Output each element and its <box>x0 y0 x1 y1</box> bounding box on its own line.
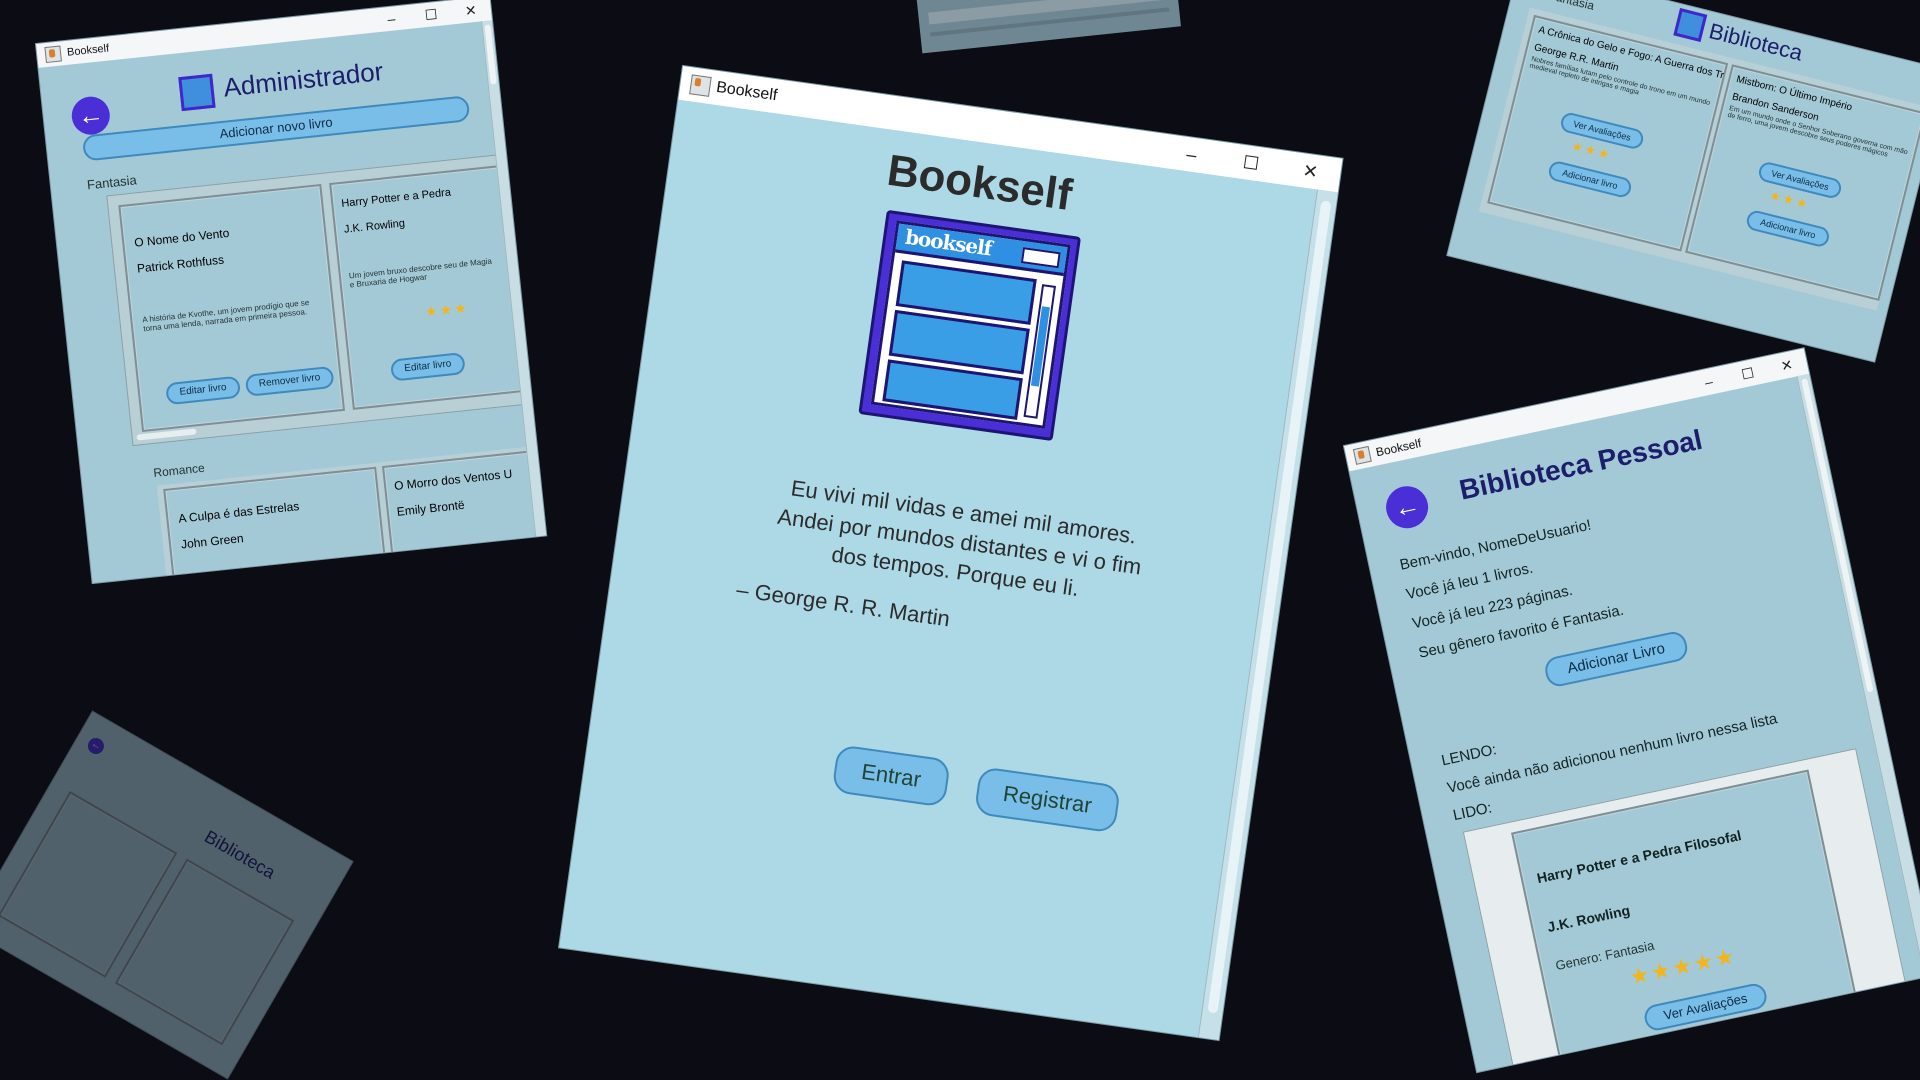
genre-label-fantasy: Fantasia <box>86 172 138 193</box>
window-title: Bookself <box>715 78 779 105</box>
welcome-text: Bem-vindo, NomeDeUsuario! <box>1398 516 1593 574</box>
book-card: A Crônica do Gelo e Fogo: A Guerra dos T… <box>1487 14 1729 252</box>
back-button: ← <box>84 735 107 757</box>
book-author: Emily Brontë <box>396 497 466 519</box>
book-title: O Morro dos Ventos U <box>393 466 513 493</box>
add-book-button[interactable]: Adicionar Livro <box>1542 629 1690 689</box>
read-book-list: Harry Potter e a Pedra Filosofal J.K. Ro… <box>1462 748 1911 1073</box>
book-author: J.K. Rowling <box>1545 901 1632 936</box>
window-title: Bookself <box>66 42 110 59</box>
book-title: Harry Potter e a Pedra <box>340 186 452 210</box>
book-title: Harry Potter e a Pedra Filosofal <box>1535 827 1743 887</box>
book-card: Mistborn: O Último Império Brandon Sande… <box>1685 64 1920 301</box>
read-heading: LIDO: <box>1451 799 1494 825</box>
register-button[interactable]: Registrar <box>973 766 1122 834</box>
window-title: Bookself <box>1374 436 1423 460</box>
minimize-button[interactable]: – <box>371 8 413 29</box>
add-book-button[interactable]: Adicionar livro <box>1546 159 1634 200</box>
view-reviews-button[interactable]: Ver Avaliações <box>1642 981 1769 1033</box>
java-app-icon <box>44 45 62 64</box>
bookself-logo: bookself <box>858 209 1082 442</box>
book-title: A Culpa é das Estrelas <box>177 499 300 526</box>
quote-author: – George R. R. Martin <box>734 576 952 632</box>
book-card: O Morro dos Ventos U Emily Brontë <box>382 447 547 570</box>
genre-label: Fantasia <box>1547 0 1596 13</box>
reading-heading: LENDO: <box>1439 741 1499 770</box>
add-book-button[interactable]: Adicionar livro <box>1744 208 1832 249</box>
remove-book-button[interactable]: Remover livro <box>244 365 335 397</box>
book-author: J.K. Rowling <box>343 217 406 236</box>
enter-button[interactable]: Entrar <box>831 744 952 808</box>
book-list: A Crônica do Gelo e Fogo: A Guerra dos T… <box>1478 7 1920 311</box>
java-app-icon <box>1352 445 1372 465</box>
rating-stars: ★★★ <box>424 299 470 320</box>
minimize-button[interactable]: – <box>1687 369 1730 394</box>
book-author: Patrick Rothfuss <box>136 252 225 276</box>
minimize-button[interactable]: – <box>1160 140 1222 169</box>
logo-inner: bookself <box>870 220 1071 429</box>
book-description: Um jovem bruxo descobre seu de Magia e B… <box>348 256 493 290</box>
close-button[interactable]: ✕ <box>1766 353 1809 378</box>
faded-window-top <box>915 0 1181 54</box>
edit-book-button[interactable]: Editar livro <box>165 375 242 406</box>
scrollbar-thumb[interactable] <box>484 24 497 85</box>
logo-window-buttons <box>1020 247 1061 269</box>
maximize-button[interactable]: ☐ <box>410 4 452 25</box>
book-card: A Culpa é das Estrelas John Green <box>163 466 387 584</box>
edit-book-button[interactable]: Editar livro <box>389 351 466 382</box>
book-card: Harry Potter e a Pedra Filosofal J.K. Ro… <box>1511 769 1862 1073</box>
back-arrow-icon[interactable]: ← <box>69 94 112 137</box>
genre-label-romance: Romance <box>152 460 206 481</box>
book-card: Harry Potter e a Pedra J.K. Rowling Um j… <box>329 164 527 410</box>
book-author: John Green <box>180 531 245 552</box>
library-window: Fantasia Biblioteca A Crônica do Gelo e … <box>1447 0 1920 362</box>
close-button[interactable]: ✕ <box>1279 157 1341 186</box>
logo-text: bookself <box>903 224 993 261</box>
login-window: Bookself – ☐ ✕ Bookself bookself Eu vivi… <box>559 66 1343 1041</box>
bookshelf-logo-icon <box>1673 8 1708 42</box>
maximize-button[interactable]: ☐ <box>1220 148 1282 177</box>
admin-window: Bookself – ☐ ✕ ← Administrador Adicionar… <box>36 0 547 584</box>
java-app-icon <box>689 74 712 97</box>
scrollbar-thumb[interactable] <box>1801 378 1874 693</box>
fantasy-book-list: O Nome do Vento Patrick Rothfuss A histó… <box>106 153 533 447</box>
personal-library-window: Bookself – ☐ ✕ ← Biblioteca Pessoal Bem-… <box>1344 348 1920 1073</box>
title-bar: Bookself – ☐ ✕ <box>36 0 493 68</box>
book-title: O Nome do Vento <box>133 225 230 250</box>
add-new-book-button[interactable]: Adicionar novo livro <box>81 95 471 162</box>
close-button[interactable]: ✕ <box>450 0 492 21</box>
admin-title: Administrador <box>222 55 385 103</box>
back-arrow-icon[interactable]: ← <box>1382 482 1433 533</box>
romance-book-list: A Culpa é das Estrelas John Green O Morr… <box>156 443 547 584</box>
book-description: A história de Kvothe, um jovem prodígio … <box>141 297 310 334</box>
bookshelf-logo-icon <box>178 73 216 112</box>
book-card: O Nome do Vento Patrick Rothfuss A histó… <box>118 183 346 433</box>
faded-window-bottom-left: ← Biblioteca <box>0 711 353 1079</box>
maximize-button[interactable]: ☐ <box>1726 361 1769 386</box>
